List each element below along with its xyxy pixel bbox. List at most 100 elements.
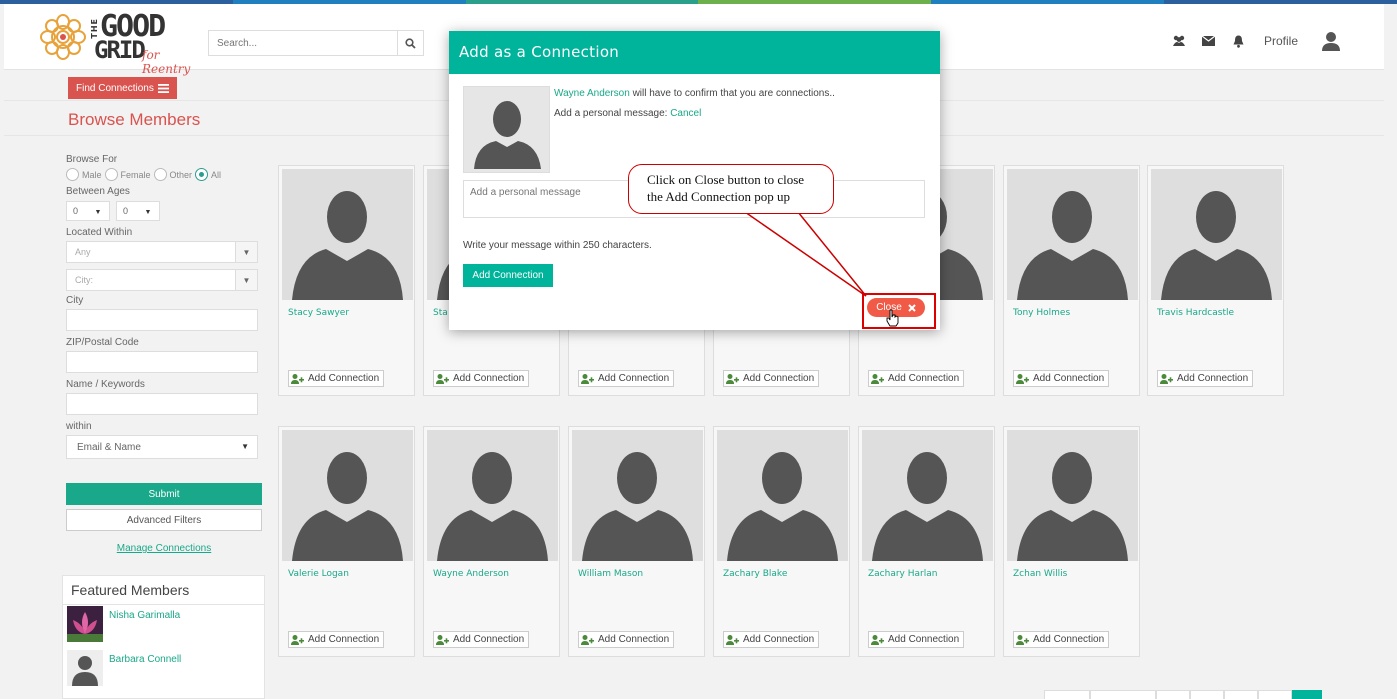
radio-male-label: Male xyxy=(82,169,102,180)
add-connection-button[interactable]: Add Connection xyxy=(578,631,675,648)
add-connection-button[interactable]: Add Connection xyxy=(288,370,385,387)
default-avatar-icon xyxy=(282,169,413,300)
member-photo[interactable] xyxy=(717,430,848,561)
member-name[interactable]: Zachary Harlan xyxy=(868,569,937,579)
member-card: Stacy Sawyer Add Connection xyxy=(278,165,415,396)
add-connection-button[interactable]: Add Connection xyxy=(723,370,820,387)
member-name[interactable]: Stacy Sawyer xyxy=(288,308,349,318)
featured-member[interactable]: Nisha Garimalla xyxy=(67,606,180,642)
age-from-select[interactable]: 0 ▼ xyxy=(66,201,110,221)
member-name[interactable]: Zchan Willis xyxy=(1013,569,1067,579)
page-button[interactable] xyxy=(1156,690,1190,699)
page-title: Browse Members xyxy=(68,110,201,129)
member-name[interactable]: Sta xyxy=(433,308,448,318)
find-connections-label: Find Connections xyxy=(76,82,154,94)
member-photo[interactable] xyxy=(572,430,703,561)
member-photo[interactable] xyxy=(1007,169,1138,300)
city-select[interactable]: City: ▼ xyxy=(66,269,258,291)
chevron-down-icon: ▼ xyxy=(241,442,249,451)
member-photo[interactable] xyxy=(1151,169,1282,300)
add-connection-label: Add Connection xyxy=(743,634,815,645)
within-label: within xyxy=(66,421,92,432)
page-button[interactable] xyxy=(1190,690,1224,699)
users-icon[interactable] xyxy=(1172,34,1186,48)
page-button[interactable] xyxy=(1090,690,1156,699)
find-connections-button[interactable]: Find Connections xyxy=(68,77,177,99)
add-connection-button[interactable]: Add Connection xyxy=(288,631,385,648)
member-name[interactable]: Zachary Blake xyxy=(723,569,787,579)
add-message-label: Add a personal message: xyxy=(554,108,671,119)
add-connection-button[interactable]: Add Connection xyxy=(463,264,553,287)
add-connection-button[interactable]: Add Connection xyxy=(868,370,965,387)
profile-link[interactable]: Profile xyxy=(1264,34,1298,48)
member-photo[interactable] xyxy=(862,430,993,561)
chevron-down-icon: ▼ xyxy=(235,270,257,290)
default-avatar-icon xyxy=(1007,430,1138,561)
member-photo[interactable] xyxy=(282,169,413,300)
add-connection-button[interactable]: Add Connection xyxy=(433,370,530,387)
filter-sidebar: Browse For Male Female Other All Between… xyxy=(66,154,266,554)
add-connection-label: Add Connection xyxy=(308,634,380,645)
member-name[interactable]: Tony Holmes xyxy=(1013,308,1070,318)
featured-member-name[interactable]: Barbara Connell xyxy=(109,654,181,686)
age-to-value: 0 xyxy=(123,206,129,216)
default-avatar-icon xyxy=(717,430,848,561)
member-name[interactable]: William Mason xyxy=(578,569,643,579)
radio-all[interactable] xyxy=(195,168,209,181)
member-photo[interactable] xyxy=(282,430,413,561)
member-photo[interactable] xyxy=(1007,430,1138,561)
add-user-icon xyxy=(434,371,450,386)
radio-male[interactable] xyxy=(66,168,79,181)
default-avatar-icon xyxy=(572,430,703,561)
site-logo[interactable]: THE GOOD GRID for Reentry xyxy=(40,12,200,76)
add-user-icon xyxy=(869,632,885,647)
add-connection-label: Add Connection xyxy=(888,373,960,384)
envelope-icon[interactable] xyxy=(1202,34,1216,48)
hand-cursor-icon xyxy=(886,309,899,327)
featured-member-name[interactable]: Nisha Garimalla xyxy=(109,610,180,642)
member-name[interactable]: Wayne Anderson xyxy=(433,569,509,579)
member-name[interactable]: Valerie Logan xyxy=(288,569,349,579)
member-card: William Mason Add Connection xyxy=(568,426,705,657)
radio-all-label: All xyxy=(211,169,222,180)
search-button[interactable] xyxy=(397,31,423,55)
radio-female[interactable] xyxy=(104,168,118,181)
target-member-link[interactable]: Wayne Anderson xyxy=(554,88,630,99)
modal-title: Add as a Connection xyxy=(449,31,940,74)
default-avatar-icon xyxy=(282,430,413,561)
city-input[interactable] xyxy=(66,309,258,331)
page-button[interactable] xyxy=(1044,690,1090,699)
radio-other[interactable] xyxy=(153,168,167,181)
cancel-link[interactable]: Cancel xyxy=(670,108,701,119)
add-connection-button[interactable]: Add Connection xyxy=(1157,370,1254,387)
user-avatar-icon[interactable] xyxy=(1320,30,1342,52)
located-within-select[interactable]: Any ▼ xyxy=(66,241,258,263)
add-connection-button[interactable]: Add Connection xyxy=(433,631,530,648)
submit-button[interactable]: Submit xyxy=(66,483,262,505)
add-user-icon xyxy=(1158,371,1174,386)
within-select[interactable]: Email & Name ▼ xyxy=(66,435,258,459)
add-user-icon xyxy=(579,371,595,386)
add-connection-button[interactable]: Add Connection xyxy=(578,370,675,387)
keywords-input[interactable] xyxy=(66,393,258,415)
advanced-filters-button[interactable]: Advanced Filters xyxy=(66,509,262,531)
manage-connections-link[interactable]: Manage Connections xyxy=(66,543,262,554)
member-photo[interactable] xyxy=(427,430,558,561)
featured-member[interactable]: Barbara Connell xyxy=(67,650,181,686)
page-button[interactable] xyxy=(1258,690,1292,699)
search-input[interactable] xyxy=(209,31,395,55)
page-button[interactable] xyxy=(1224,690,1258,699)
page-button-active[interactable] xyxy=(1292,690,1322,699)
add-connection-button[interactable]: Add Connection xyxy=(868,631,965,648)
add-connection-button[interactable]: Add Connection xyxy=(1013,370,1110,387)
default-avatar-icon xyxy=(1007,169,1138,300)
zip-input[interactable] xyxy=(66,351,258,373)
bell-icon[interactable] xyxy=(1232,34,1246,48)
gender-radio-group: Male Female Other All xyxy=(66,168,266,181)
age-to-select[interactable]: 0 ▼ xyxy=(116,201,160,221)
add-user-icon xyxy=(434,632,450,647)
add-connection-button[interactable]: Add Connection xyxy=(723,631,820,648)
add-connection-label: Add Connection xyxy=(1177,373,1249,384)
add-connection-button[interactable]: Add Connection xyxy=(1013,631,1110,648)
member-name[interactable]: Travis Hardcastle xyxy=(1157,308,1234,318)
